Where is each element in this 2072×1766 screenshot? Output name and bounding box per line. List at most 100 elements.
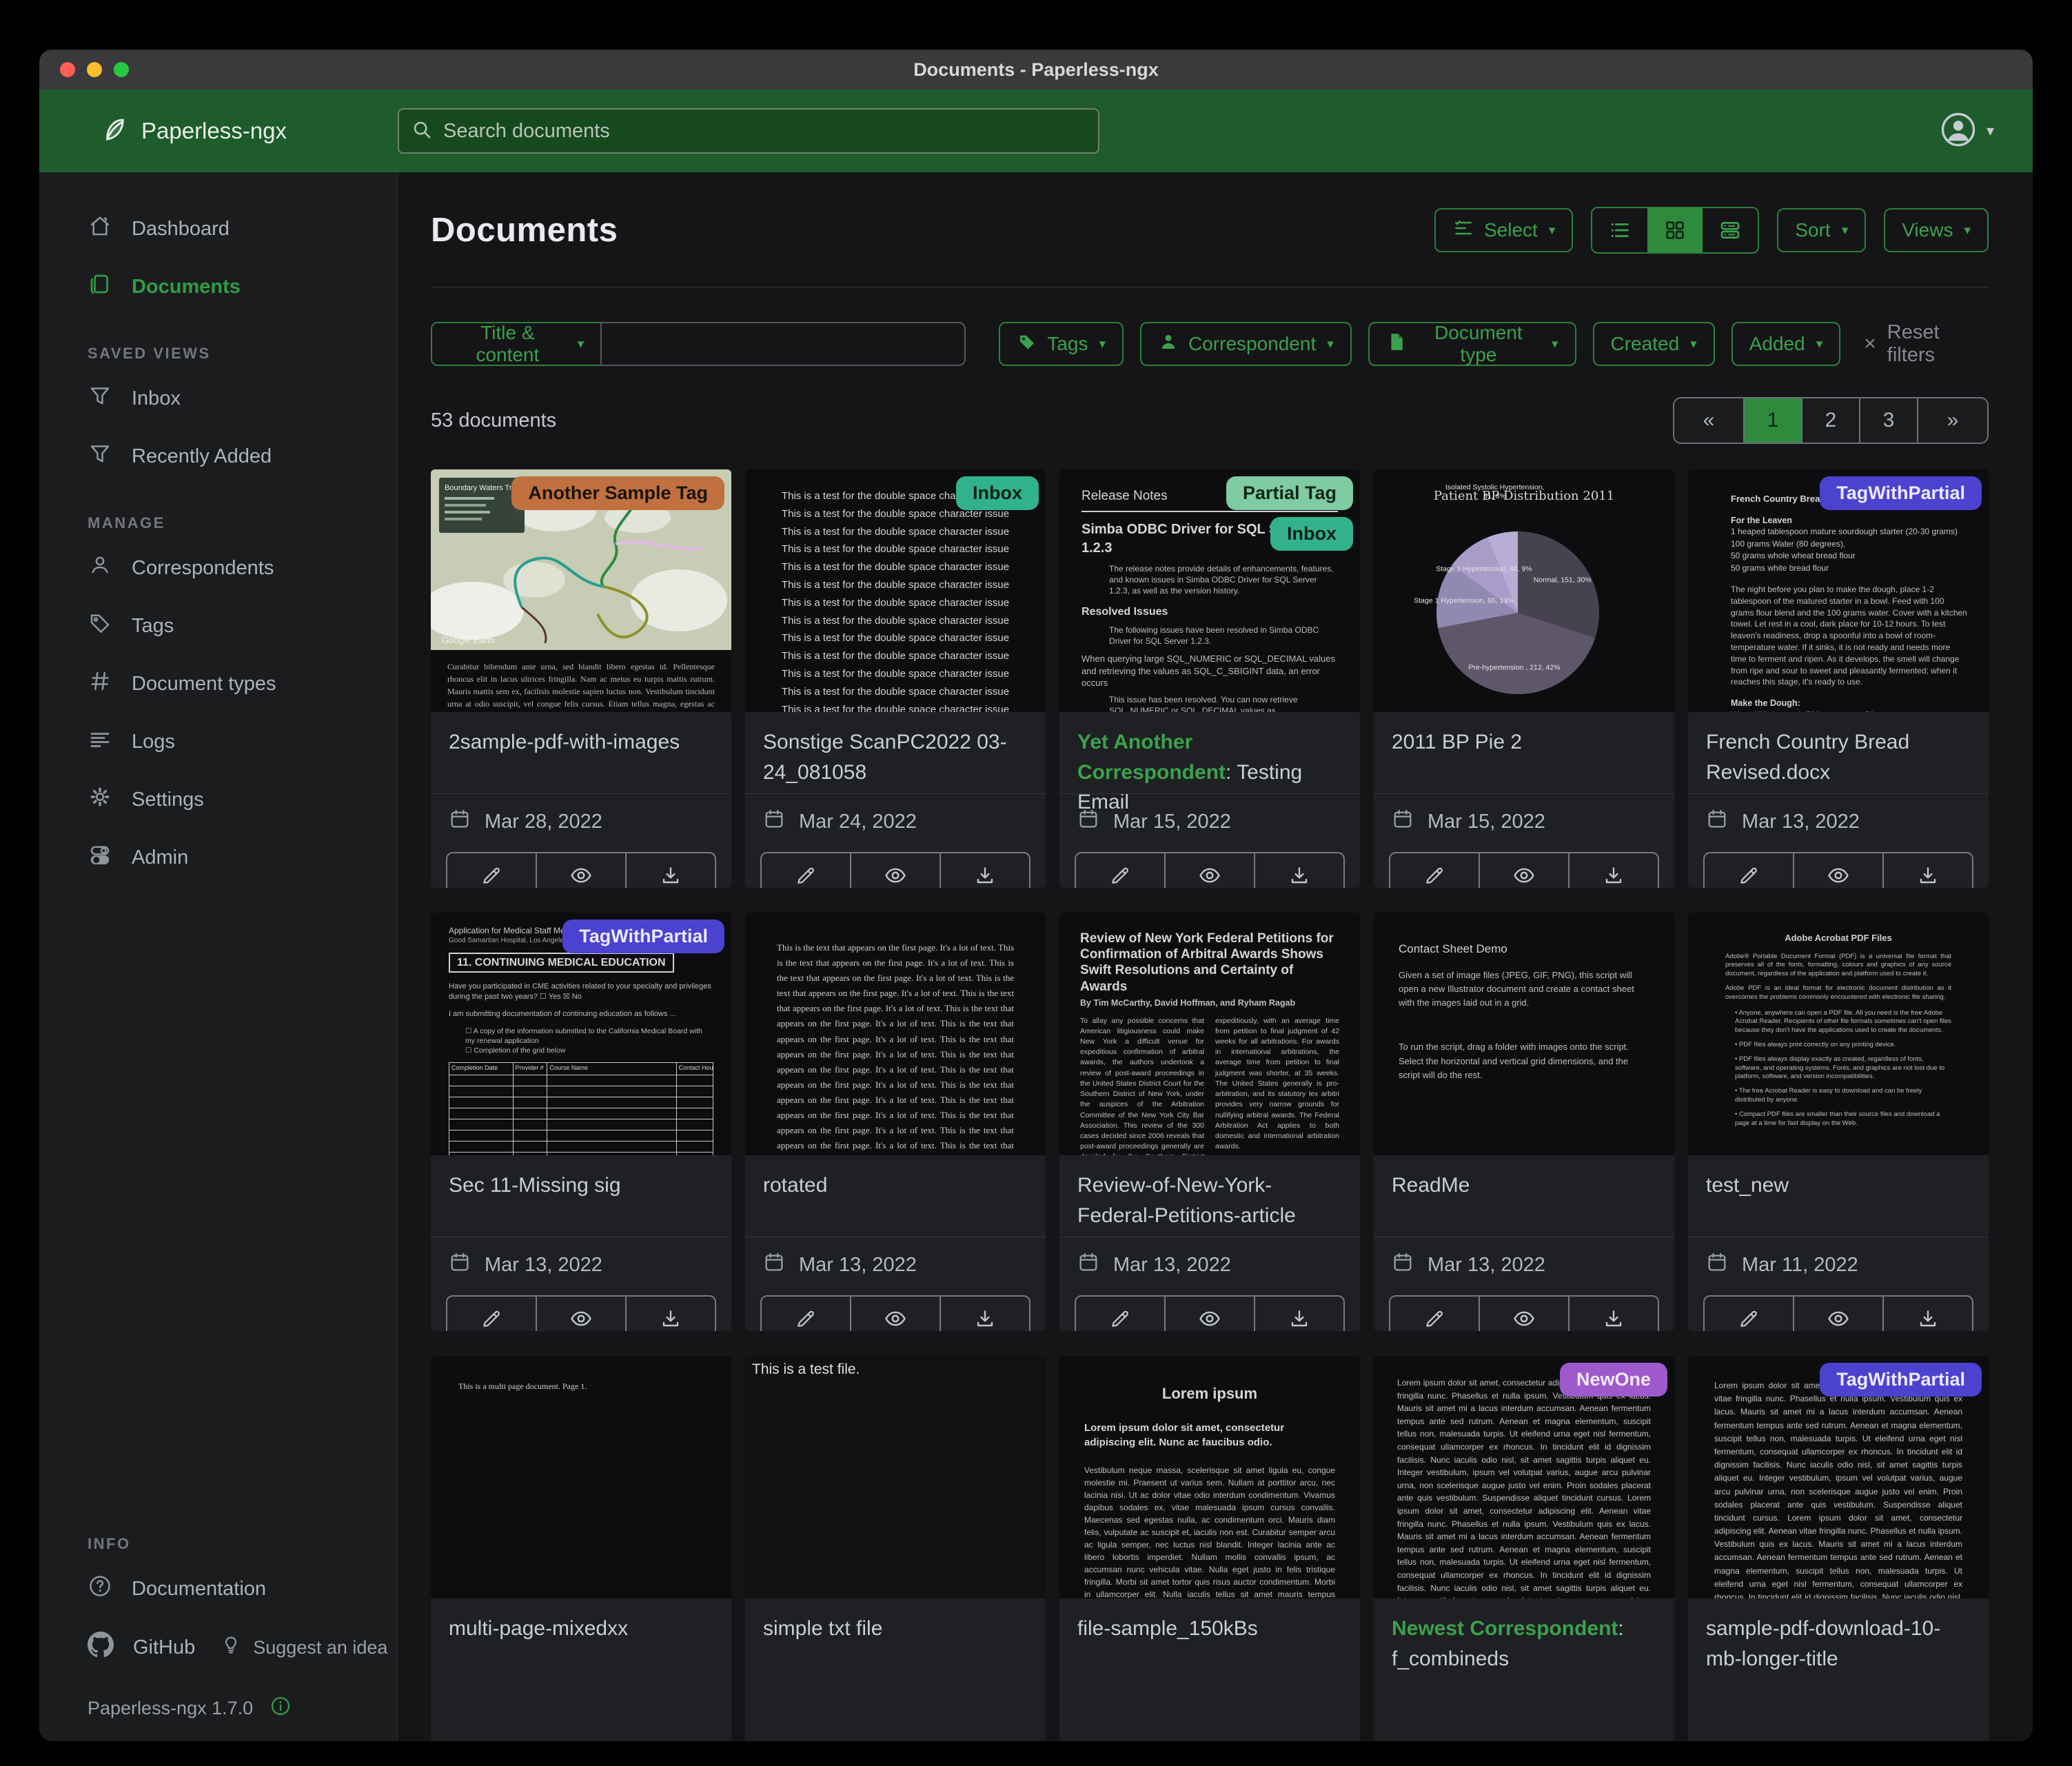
sidebar-item-documentation[interactable]: Documentation (39, 1560, 397, 1618)
document-card[interactable]: Partial TagInbox Release NotesSimba ODBC… (1059, 469, 1360, 888)
sidebar-item-github[interactable]: GitHub (39, 1618, 195, 1677)
download-button[interactable] (1882, 853, 1972, 888)
tag-badge[interactable]: Inbox (1270, 517, 1353, 551)
tag-badge[interactable]: Partial Tag (1226, 476, 1353, 510)
document-thumbnail[interactable]: Review of New York Federal Petitions for… (1059, 913, 1360, 1155)
document-title[interactable]: 2sample-pdf-with-images (449, 727, 713, 758)
title-content-filter-input[interactable] (600, 322, 966, 366)
detail-view-button[interactable] (1703, 208, 1758, 252)
tag-badge[interactable]: Inbox (956, 476, 1039, 510)
document-title[interactable]: sample-pdf-download-10-mb-longer-title (1706, 1614, 1971, 1674)
document-card[interactable]: TagWithPartial Lorem ipsum dolor sit ame… (1688, 1356, 1989, 1741)
document-title[interactable]: simple txt file (763, 1614, 1028, 1644)
download-button[interactable] (939, 853, 1029, 888)
download-button[interactable] (1568, 853, 1658, 888)
document-title[interactable]: ReadMe (1392, 1170, 1656, 1201)
view-button[interactable] (1479, 853, 1568, 888)
download-button[interactable] (1254, 1297, 1343, 1331)
document-title[interactable]: French Country Bread Revised.docx (1706, 727, 1971, 787)
global-search[interactable] (398, 108, 1099, 154)
sidebar-item-inbox[interactable]: Inbox (39, 369, 397, 427)
created-filter-button[interactable]: Created▾ (1593, 322, 1715, 366)
document-card[interactable]: Another Sample Tag Boundary Waters TripG… (431, 469, 731, 888)
edit-button[interactable] (1390, 1297, 1479, 1331)
edit-button[interactable] (762, 853, 850, 888)
edit-button[interactable] (447, 853, 536, 888)
download-button[interactable] (625, 1297, 715, 1331)
sidebar-item-admin[interactable]: Admin (39, 829, 397, 886)
view-button[interactable] (1479, 1297, 1568, 1331)
download-button[interactable] (1254, 853, 1343, 888)
correspondent-link[interactable]: Yet Another Correspondent (1077, 731, 1226, 784)
edit-button[interactable] (447, 1297, 536, 1331)
document-title[interactable]: Sonstige ScanPC2022 03-24_081058 (763, 727, 1028, 787)
zoom-window-button[interactable] (114, 62, 129, 77)
pagination-page-2[interactable]: 2 (1801, 398, 1859, 443)
document-card[interactable]: Patient BP Distribution 2011Normal, 151,… (1374, 469, 1674, 888)
minimize-window-button[interactable] (87, 62, 102, 77)
document-thumbnail[interactable]: Patient BP Distribution 2011Normal, 151,… (1374, 469, 1674, 712)
document-title[interactable]: rotated (763, 1170, 1028, 1201)
reset-filters-button[interactable]: × Reset filters (1864, 321, 1989, 367)
pagination-page-1[interactable]: 1 (1743, 398, 1801, 443)
edit-button[interactable] (1705, 853, 1793, 888)
document-card[interactable]: Contact Sheet DemoGiven a set of image f… (1374, 913, 1674, 1331)
sidebar-item-document-types[interactable]: Document types (39, 655, 397, 713)
view-button[interactable] (536, 853, 625, 888)
view-button[interactable] (850, 1297, 939, 1331)
download-button[interactable] (625, 853, 715, 888)
document-card[interactable]: This is the text that appears on the fir… (745, 913, 1046, 1331)
correspondent-link[interactable]: Newest Correspondent (1392, 1617, 1618, 1640)
edit-button[interactable] (762, 1297, 850, 1331)
list-view-button[interactable] (1592, 208, 1647, 252)
edit-button[interactable] (1076, 1297, 1164, 1331)
sort-button[interactable]: Sort▾ (1777, 208, 1866, 252)
view-button[interactable] (850, 853, 939, 888)
grid-view-button[interactable] (1647, 208, 1703, 252)
view-button[interactable] (1164, 853, 1254, 888)
document-card[interactable]: This is a multi page document. Page 1. m… (431, 1356, 731, 1741)
edit-button[interactable] (1705, 1297, 1793, 1331)
user-menu[interactable]: ▾ (1940, 111, 2033, 152)
sidebar-item-dashboard[interactable]: Dashboard (39, 200, 397, 258)
views-button[interactable]: Views▾ (1884, 208, 1989, 252)
document-thumbnail[interactable]: This is a multi page document. Page 1. (431, 1356, 731, 1598)
document-thumbnail[interactable]: This is the text that appears on the fir… (745, 913, 1046, 1155)
sidebar-item-settings[interactable]: Settings (39, 771, 397, 829)
document-title[interactable]: test_new (1706, 1170, 1971, 1201)
sidebar-item-suggest-idea[interactable]: Suggest an idea (195, 1621, 387, 1675)
sidebar-item-recently-added[interactable]: Recently Added (39, 427, 397, 485)
download-button[interactable] (1882, 1297, 1972, 1331)
edit-button[interactable] (1076, 853, 1164, 888)
document-card[interactable]: NewOne Lorem ipsum dolor sit amet, conse… (1374, 1356, 1674, 1741)
document-type-filter-button[interactable]: Document type▾ (1368, 322, 1576, 366)
added-filter-button[interactable]: Added▾ (1731, 322, 1841, 366)
tag-badge[interactable]: NewOne (1560, 1363, 1667, 1397)
document-thumbnail[interactable]: Contact Sheet DemoGiven a set of image f… (1374, 913, 1674, 1155)
view-button[interactable] (536, 1297, 625, 1331)
download-button[interactable] (1568, 1297, 1658, 1331)
document-card[interactable]: Review of New York Federal Petitions for… (1059, 913, 1360, 1331)
view-button[interactable] (1793, 1297, 1882, 1331)
sidebar-item-logs[interactable]: Logs (39, 713, 397, 771)
pagination-prev[interactable]: « (1674, 398, 1743, 443)
document-title[interactable]: Sec 11-Missing sig (449, 1170, 713, 1201)
tags-filter-button[interactable]: Tags▾ (999, 322, 1124, 366)
app-brand[interactable]: Paperless-ngx (39, 115, 398, 148)
document-title[interactable]: Review-of-New-York-Federal-Petitions-art… (1077, 1170, 1342, 1230)
pagination-page-3[interactable]: 3 (1859, 398, 1917, 443)
document-card[interactable]: Lorem ipsumLorem ipsum dolor sit amet, c… (1059, 1356, 1360, 1741)
tag-badge[interactable]: TagWithPartial (1820, 476, 1982, 510)
document-thumbnail[interactable]: Adobe Acrobat PDF FilesAdobe® Portable D… (1688, 913, 1989, 1155)
sidebar-item-tags[interactable]: Tags (39, 597, 397, 655)
sidebar-item-correspondents[interactable]: Correspondents (39, 539, 397, 597)
document-card[interactable]: TagWithPartial Application for Medical S… (431, 913, 731, 1331)
document-title[interactable]: Newest Correspondent: f_combineds (1392, 1614, 1656, 1674)
close-window-button[interactable] (60, 62, 75, 77)
document-card[interactable]: TagWithPartial French Country BreadFor t… (1688, 469, 1989, 888)
document-card[interactable]: Adobe Acrobat PDF FilesAdobe® Portable D… (1688, 913, 1989, 1331)
search-input[interactable] (442, 119, 1086, 143)
edit-button[interactable] (1390, 853, 1479, 888)
select-button[interactable]: Select▾ (1434, 208, 1573, 252)
correspondent-filter-button[interactable]: Correspondent▾ (1140, 322, 1352, 366)
